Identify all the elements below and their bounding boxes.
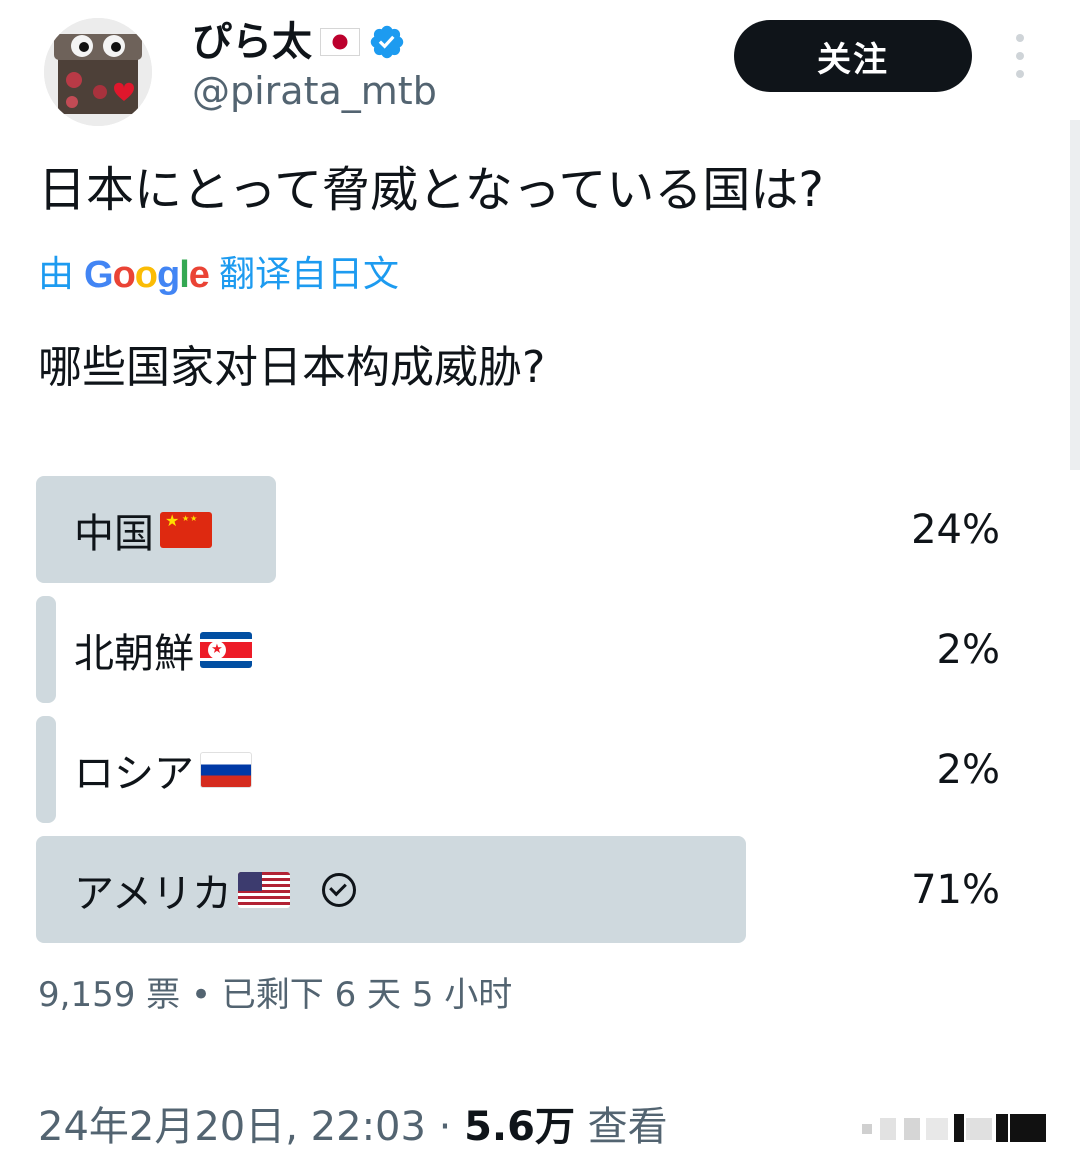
translated-by-link[interactable]: 由 Google 翻译自日文	[38, 250, 399, 300]
china-flag-icon	[160, 511, 212, 548]
winner-check-icon	[322, 872, 356, 907]
poll-option-label: 北朝鮮	[74, 621, 252, 679]
poll-option-percent: 2%	[936, 746, 1000, 793]
verified-badge-icon	[370, 25, 404, 59]
poll-option-china: 中国 24%	[36, 476, 1036, 583]
poll-option-north-korea: 北朝鮮 2%	[36, 596, 1036, 703]
poll-option-label: アメリカ	[74, 861, 356, 919]
japan-flag-icon	[320, 28, 360, 56]
poll-option-usa: アメリカ 71%	[36, 836, 1036, 943]
tweet-date[interactable]: 24年2月20日, 22:03 ·	[38, 1104, 464, 1150]
view-label: 查看	[574, 1104, 668, 1150]
tweet-text: 日本にとって脅威となっている国は?	[38, 162, 824, 218]
poll-bar	[36, 596, 56, 703]
google-logo: Google	[84, 254, 210, 296]
north-korea-flag-icon	[200, 631, 252, 668]
view-count: 5.6万	[464, 1104, 575, 1150]
poll: 中国 24% 北朝鮮 2% ロシア 2% アメリカ 71%	[36, 476, 1036, 956]
avatar[interactable]	[44, 18, 152, 126]
poll-bar	[36, 716, 56, 823]
russia-flag-icon	[200, 751, 252, 788]
poll-option-label: ロシア	[74, 741, 252, 799]
follow-button[interactable]: 关注	[734, 20, 972, 92]
translated-prefix: 由	[38, 254, 75, 295]
poll-option-percent: 24%	[911, 506, 1000, 553]
timestamp-row: 24年2月20日, 22:03 · 5.6万 查看	[38, 1100, 668, 1154]
translated-suffix: 翻译自日文	[218, 254, 399, 295]
author-name-row: ぴら太	[192, 16, 406, 68]
more-options-icon[interactable]	[1004, 34, 1036, 78]
poll-option-percent: 2%	[936, 626, 1000, 673]
usa-flag-icon	[238, 871, 290, 908]
poll-option-percent: 71%	[911, 866, 1000, 913]
poll-option-label: 中国	[74, 501, 212, 559]
poll-meta: 9,159 票 • 已剩下 6 天 5 小时	[38, 975, 513, 1015]
author-handle[interactable]: @pirata_mtb	[192, 72, 437, 110]
scrollbar[interactable]	[1070, 120, 1080, 470]
display-name[interactable]: ぴら太	[192, 22, 312, 62]
watermark-logo	[862, 1114, 1046, 1142]
translated-text: 哪些国家对日本构成威胁?	[38, 342, 546, 393]
poll-option-russia: ロシア 2%	[36, 716, 1036, 823]
